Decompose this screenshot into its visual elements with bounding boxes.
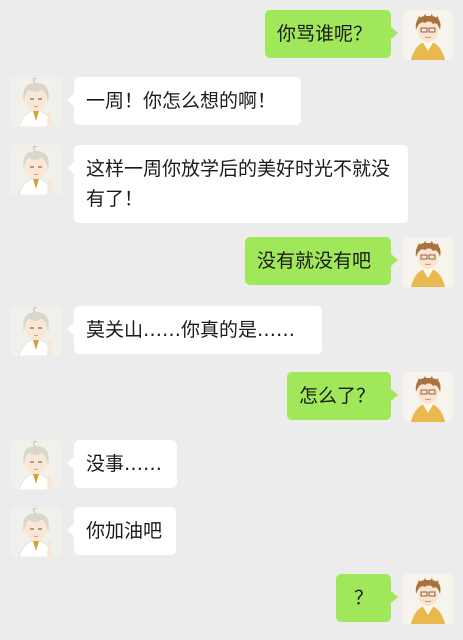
silver-haired-boy-avatar[interactable] <box>11 145 61 195</box>
brown-haired-boy-avatar[interactable] <box>403 237 453 287</box>
message-bubble-other[interactable]: 这样一周你放学后的美好时光不就没有了！ <box>67 145 408 223</box>
message-bubble-self[interactable]: 怎么了？ <box>287 372 398 420</box>
chat-window: 你骂谁呢？ 一周！你怎么想的啊！ 这样一周你放学后的美好时光不就没有了！ 没有就… <box>0 0 463 640</box>
message-bubble-other[interactable]: 一周！你怎么想的啊！ <box>67 77 301 125</box>
message-bubble-other[interactable]: 莫关山……你真的是…… <box>67 306 322 354</box>
silver-haired-boy-avatar[interactable] <box>11 77 61 127</box>
message-bubble-other[interactable]: 没事…… <box>67 440 177 488</box>
silver-haired-boy-avatar[interactable] <box>11 440 61 490</box>
silver-haired-boy-avatar[interactable] <box>11 306 61 356</box>
silver-haired-boy-avatar[interactable] <box>11 507 61 557</box>
brown-haired-boy-avatar[interactable] <box>403 574 453 624</box>
message-bubble-self[interactable]: 你骂谁呢？ <box>265 10 398 58</box>
message-bubble-self[interactable]: 没有就没有吧 <box>245 237 398 285</box>
message-bubble-other[interactable]: 你加油吧 <box>67 507 176 555</box>
brown-haired-boy-avatar[interactable] <box>403 372 453 422</box>
message-bubble-self[interactable]: ？ <box>336 574 398 622</box>
brown-haired-boy-avatar[interactable] <box>403 10 453 60</box>
